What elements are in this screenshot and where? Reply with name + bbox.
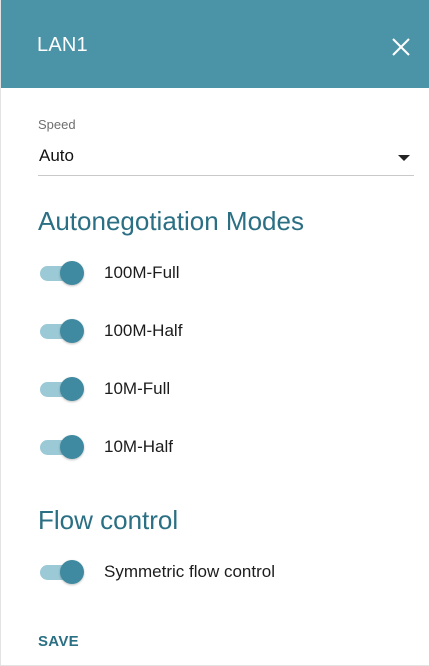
toggle-10m-full[interactable]	[40, 377, 84, 401]
speed-select[interactable]: Auto	[38, 138, 414, 176]
close-button[interactable]	[384, 30, 418, 64]
toggle-symmetric-flow-control[interactable]	[40, 560, 84, 584]
toggle-label-100m-half: 100M-Half	[104, 321, 183, 340]
speed-select-value: Auto	[39, 146, 74, 165]
toggle-100m-full[interactable]	[40, 261, 84, 285]
mode-row-100m-half: 100M-Half	[38, 316, 398, 344]
caret-down-icon	[398, 155, 410, 161]
mode-row-10m-full: 10M-Full	[38, 374, 398, 402]
toggle-100m-half[interactable]	[40, 319, 84, 343]
toggle-label-symmetric-flow-control: Symmetric flow control	[104, 562, 275, 581]
dialog-header: LAN1	[1, 0, 429, 88]
toggle-thumb	[60, 377, 84, 401]
toggle-thumb	[60, 560, 84, 584]
save-button[interactable]: SAVE	[38, 633, 79, 650]
speed-label: Speed	[38, 117, 76, 132]
mode-row-100m-full: 100M-Full	[38, 258, 398, 286]
flow-control-row: Symmetric flow control	[38, 557, 398, 585]
autonegotiation-title: Autonegotiation Modes	[38, 206, 304, 236]
toggle-label-10m-half: 10M-Half	[104, 437, 173, 456]
toggle-10m-half[interactable]	[40, 435, 84, 459]
toggle-thumb	[60, 261, 84, 285]
toggle-thumb	[60, 319, 84, 343]
flow-control-title: Flow control	[38, 505, 179, 535]
lan-settings-dialog: LAN1 Speed Auto Autonegotiation Modes 10…	[0, 0, 429, 666]
toggle-thumb	[60, 435, 84, 459]
toggle-label-10m-full: 10M-Full	[104, 379, 171, 398]
close-icon	[392, 38, 410, 56]
toggle-label-100m-full: 100M-Full	[104, 263, 180, 282]
dialog-title: LAN1	[37, 34, 88, 56]
mode-row-10m-half: 10M-Half	[38, 432, 398, 460]
